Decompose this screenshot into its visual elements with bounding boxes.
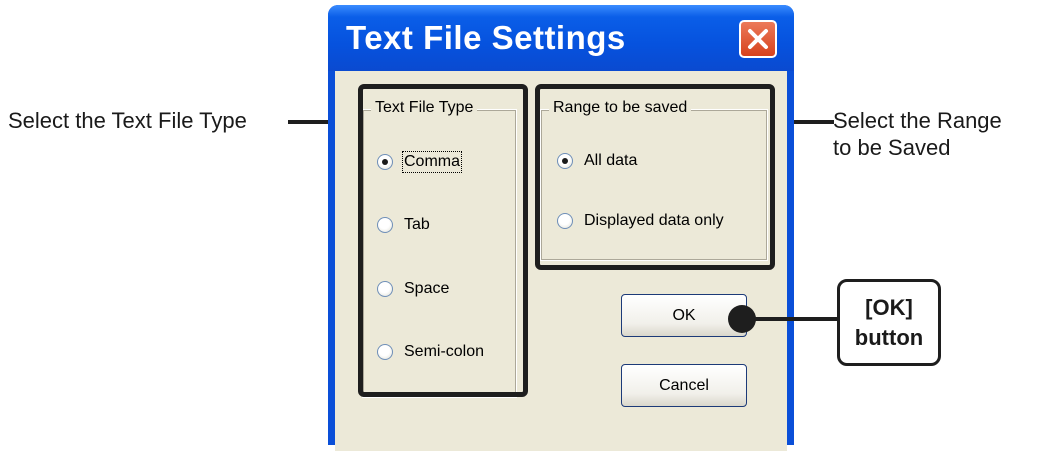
ok-callout-line1: [OK] (865, 295, 913, 320)
annotation-select-range: Select the Range to be Saved (833, 107, 1002, 161)
ok-button-callout: [OK] button (837, 279, 941, 366)
annotation-select-type: Select the Text File Type (8, 108, 247, 133)
highlight-text-file-type (358, 84, 528, 397)
highlight-range (535, 84, 775, 270)
cancel-button[interactable]: Cancel (621, 364, 747, 407)
close-button[interactable] (739, 20, 777, 58)
annotation-range-line2: to be Saved (833, 135, 951, 160)
dialog-title: Text File Settings (346, 19, 626, 56)
annotation-range-line1: Select the Range (833, 108, 1002, 133)
title-bar[interactable]: Text File Settings (328, 5, 794, 71)
ok-callout-line (748, 317, 838, 321)
ok-callout-line2: button (854, 325, 924, 350)
